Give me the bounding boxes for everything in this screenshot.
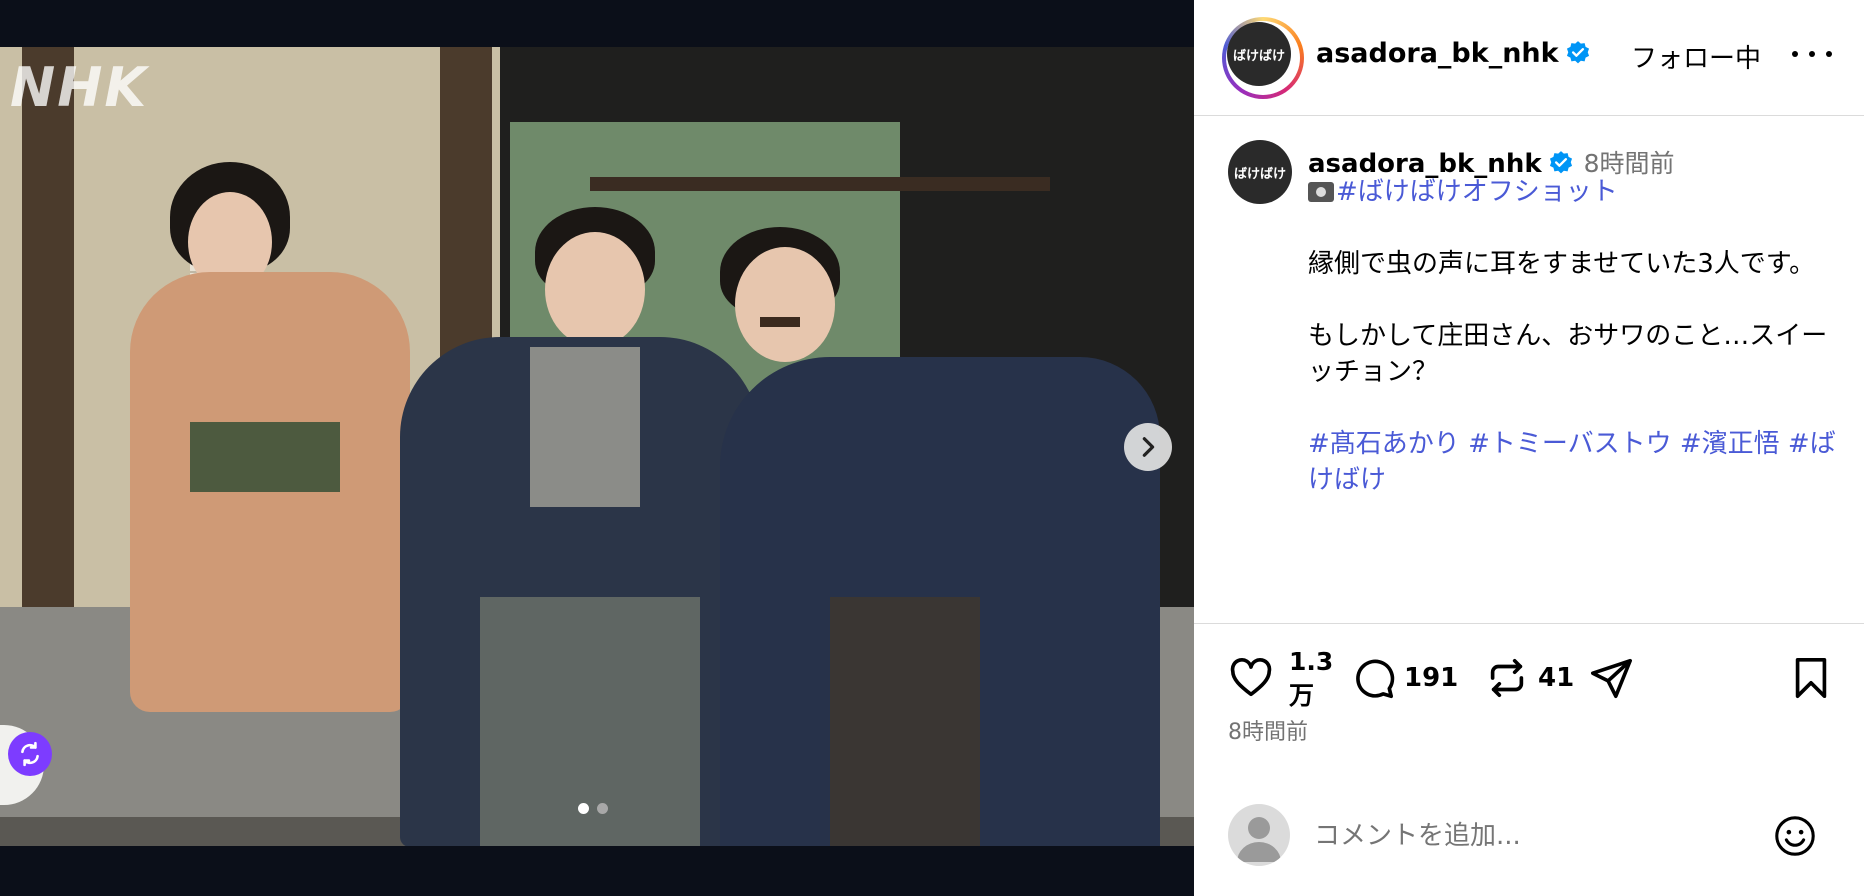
caption-text: #ばけばけオフショット 縁側で虫の声に耳をすませていた3人です。 もしかして庄田… (1308, 174, 1838, 534)
more-options-button[interactable] (1792, 36, 1832, 72)
header-username[interactable]: asadora_bk_nhk (1316, 38, 1559, 69)
comment-input[interactable] (1314, 814, 1754, 858)
comment-icon (1356, 659, 1395, 699)
hashtag-link[interactable]: #ばけばけオフショット (1336, 177, 1618, 207)
repost-count: 41 (1538, 663, 1575, 693)
hashtag-link[interactable]: #トミーバストウ (1468, 429, 1672, 459)
bookmark-icon (1795, 657, 1827, 699)
default-avatar-icon (1237, 817, 1281, 862)
person-woman-kimono (120, 162, 420, 762)
emoji-icon[interactable] (1772, 813, 1818, 859)
share-button[interactable] (1588, 655, 1634, 701)
post-photo[interactable] (0, 47, 1194, 846)
more-horizontal-icon (1792, 51, 1798, 57)
caption-tags: #髙石あかり #トミーバストウ #濱正悟 #ばけばけ (1308, 426, 1838, 498)
caption-paragraph-1: 縁側で虫の声に耳をすませていた3人です。 (1308, 249, 1816, 279)
avatar[interactable]: ばけばけ (1227, 22, 1291, 86)
repost-button[interactable]: 41 (1484, 655, 1574, 701)
carousel-dot-1[interactable] (578, 803, 589, 814)
verified-badge-icon (1549, 151, 1572, 174)
post-caption: ばけばけ asadora_bk_nhk 8時間前 #ばけばけオフショット 縁側で虫… (1194, 116, 1864, 624)
hashtag-link[interactable]: #髙石あかり (1308, 429, 1460, 459)
repost-floating-button[interactable] (8, 732, 52, 776)
person-man-center (400, 207, 760, 846)
send-icon (1590, 658, 1632, 699)
heart-icon (1230, 658, 1272, 697)
add-comment-bar (1194, 790, 1864, 880)
post-media-pane: NHK (0, 0, 1194, 896)
camera-emoji-icon (1308, 182, 1334, 202)
caption-avatar[interactable]: ばけばけ (1228, 140, 1292, 204)
hashtag-link[interactable]: #濱正悟 (1680, 429, 1780, 459)
post-timestamp[interactable]: 8時間前 (1228, 714, 1308, 746)
comment-button[interactable]: 191 (1350, 655, 1458, 701)
following-button[interactable]: フォロー中 (1631, 38, 1761, 75)
instagram-post-window: NHK ばけばけ asadora_bk_nhk フォロー中 ばけばけ asado… (0, 0, 1864, 896)
repost-icon (21, 741, 39, 767)
post-detail-panel: ばけばけ asadora_bk_nhk フォロー中 ばけばけ asadora_b… (1194, 0, 1864, 896)
person-man-mustache (720, 217, 1190, 846)
like-button[interactable] (1228, 655, 1274, 701)
post-header: ばけばけ asadora_bk_nhk フォロー中 (1194, 0, 1864, 116)
current-user-avatar[interactable] (1228, 804, 1290, 866)
save-button[interactable] (1788, 655, 1834, 701)
chevron-right-icon (1142, 437, 1155, 457)
repost-icon (1490, 658, 1524, 698)
nhk-logo: NHK (10, 56, 149, 119)
carousel-indicator (578, 803, 608, 814)
carousel-dot-2[interactable] (597, 803, 608, 814)
like-count[interactable]: 1.3 万 (1289, 645, 1335, 713)
story-ring[interactable]: ばけばけ (1222, 17, 1304, 99)
comment-count: 191 (1404, 663, 1459, 693)
caption-paragraph-2: もしかして庄田さん、おサワのこと…スイーッチョン？ (1308, 321, 1828, 387)
action-bar: 1.3 万 191 41 8時間前 (1194, 625, 1864, 755)
verified-badge-icon (1566, 41, 1589, 64)
header-username-row: asadora_bk_nhk (1316, 38, 1591, 69)
next-slide-button[interactable] (1124, 423, 1172, 471)
